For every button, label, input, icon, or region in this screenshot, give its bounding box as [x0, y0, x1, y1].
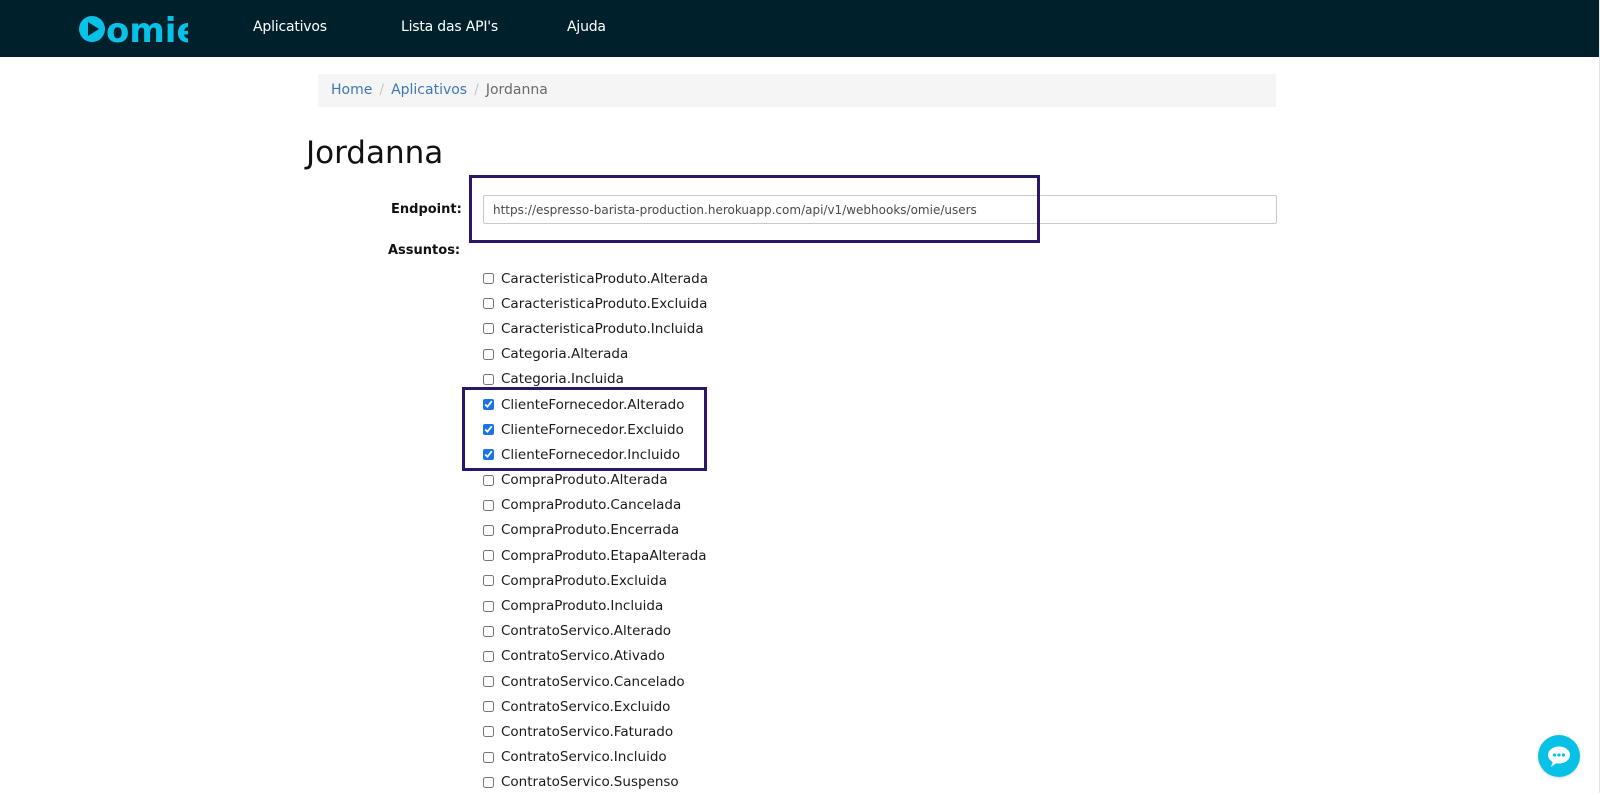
subject-item[interactable]: ContratoServico.Alterado	[483, 619, 708, 644]
breadcrumb-separator: /	[474, 82, 479, 98]
subject-checkbox[interactable]	[483, 348, 494, 360]
breadcrumb-home-link[interactable]: Home	[331, 82, 372, 98]
subject-checkbox[interactable]	[483, 323, 494, 335]
subject-label: ContratoServico.Suspenso	[501, 774, 679, 791]
subject-item[interactable]: ClienteFornecedor.Incluido	[483, 442, 708, 467]
subject-item[interactable]: ClienteFornecedor.Alterado	[483, 392, 708, 417]
subject-label: ClienteFornecedor.Alterado	[501, 396, 685, 413]
subject-checkbox[interactable]	[483, 650, 494, 662]
subject-checkbox[interactable]	[483, 600, 494, 612]
subject-label: CompraProduto.Encerrada	[501, 522, 680, 539]
subject-label: CompraProduto.Cancelada	[501, 497, 682, 514]
subjects-list: CaracteristicaProduto.Alterada Caracteris…	[483, 266, 708, 795]
chat-bubble-icon	[1548, 746, 1570, 767]
omie-logo[interactable]: omie	[76, 11, 188, 47]
subject-checkbox[interactable]	[483, 726, 494, 738]
subject-item[interactable]: Categoria.Alterada	[483, 342, 708, 367]
subject-label: CaracteristicaProduto.Alterada	[501, 270, 709, 287]
subject-item[interactable]: ContratoServico.Incluido	[483, 745, 708, 770]
subject-item[interactable]: Categoria.Incluida	[483, 367, 708, 392]
subject-checkbox[interactable]	[483, 499, 494, 511]
subject-label: ContratoServico.Alterado	[501, 623, 672, 640]
subject-checkbox[interactable]	[483, 474, 494, 486]
subject-item[interactable]: ContratoServico.Ativado	[483, 644, 708, 669]
nav-api-list-link[interactable]: Lista das API's	[401, 19, 498, 35]
subject-label: CaracteristicaProduto.Excluida	[501, 295, 708, 312]
breadcrumb-current: Jordanna	[485, 82, 548, 98]
subject-checkbox[interactable]	[483, 550, 494, 562]
breadcrumb-separator: /	[379, 82, 385, 98]
subject-label: CompraProduto.EtapaAlterada	[501, 547, 707, 564]
subject-label: CaracteristicaProduto.Incluida	[501, 320, 704, 337]
subject-item[interactable]: CompraProduto.Excluida	[483, 568, 708, 593]
subject-label: ClienteFornecedor.Incluido	[501, 446, 681, 463]
subject-item[interactable]: CompraProduto.Alterada	[483, 468, 708, 493]
subject-checkbox[interactable]	[483, 676, 494, 688]
subject-label: ContratoServico.Excluido	[501, 698, 671, 715]
subject-item[interactable]: ContratoServico.Faturado	[483, 719, 708, 744]
subject-item[interactable]: ClienteFornecedor.Excluido	[483, 417, 708, 442]
top-navbar: omie Aplicativos Lista das API's Ajuda	[0, 0, 1600, 57]
subject-label: CompraProduto.Excluida	[501, 572, 667, 589]
subject-checkbox[interactable]	[483, 625, 494, 637]
nav-aplicativos-link[interactable]: Aplicativos	[253, 19, 327, 35]
subject-item[interactable]: ContratoServico.Excluido	[483, 694, 708, 719]
subject-label: CompraProduto.Alterada	[501, 472, 668, 489]
subjects-label: Assuntos:	[388, 243, 461, 258]
subject-item[interactable]: ContratoServico.Suspenso	[483, 770, 708, 795]
subject-checkbox[interactable]	[483, 751, 494, 763]
subject-checkbox[interactable]	[483, 575, 494, 587]
subject-item[interactable]: CaracteristicaProduto.Incluida	[483, 316, 708, 341]
subject-checkbox[interactable]	[483, 424, 494, 436]
subject-checkbox[interactable]	[483, 399, 494, 411]
page-title: Jordanna	[306, 135, 444, 171]
subject-checkbox[interactable]	[483, 776, 494, 788]
subject-label: Categoria.Incluida	[501, 371, 624, 388]
subject-item[interactable]: CompraProduto.Cancelada	[483, 493, 708, 518]
subject-label: ContratoServico.Cancelado	[501, 673, 685, 690]
subject-item[interactable]: CompraProduto.Encerrada	[483, 518, 708, 543]
subject-item[interactable]: CaracteristicaProduto.Excluida	[483, 291, 708, 316]
subject-item[interactable]: CompraProduto.Incluida	[483, 593, 708, 618]
subject-label: ContratoServico.Incluido	[501, 749, 667, 766]
endpoint-input[interactable]	[483, 195, 1277, 224]
subject-checkbox[interactable]	[483, 701, 494, 713]
subject-item[interactable]: CaracteristicaProduto.Alterada	[483, 266, 708, 291]
subject-label: ContratoServico.Faturado	[501, 723, 674, 740]
subject-checkbox[interactable]	[483, 373, 494, 385]
subject-label: ClienteFornecedor.Excluido	[501, 421, 684, 438]
chat-button[interactable]	[1538, 735, 1580, 777]
subject-checkbox[interactable]	[483, 449, 494, 461]
nav-help-link[interactable]: Ajuda	[567, 19, 606, 35]
subject-checkbox[interactable]	[483, 298, 494, 310]
breadcrumb: Home / Aplicativos / Jordanna	[318, 74, 1276, 107]
subject-label: Categoria.Alterada	[501, 346, 629, 363]
subject-checkbox[interactable]	[483, 273, 494, 285]
subject-item[interactable]: CompraProduto.EtapaAlterada	[483, 543, 708, 568]
logo-text: omie	[106, 11, 188, 47]
breadcrumb-apps-link[interactable]: Aplicativos	[391, 82, 467, 98]
subject-item[interactable]: ContratoServico.Cancelado	[483, 669, 708, 694]
endpoint-label: Endpoint:	[391, 202, 462, 217]
subject-checkbox[interactable]	[483, 524, 494, 536]
subject-label: ContratoServico.Ativado	[501, 648, 665, 665]
subject-label: CompraProduto.Incluida	[501, 598, 664, 615]
